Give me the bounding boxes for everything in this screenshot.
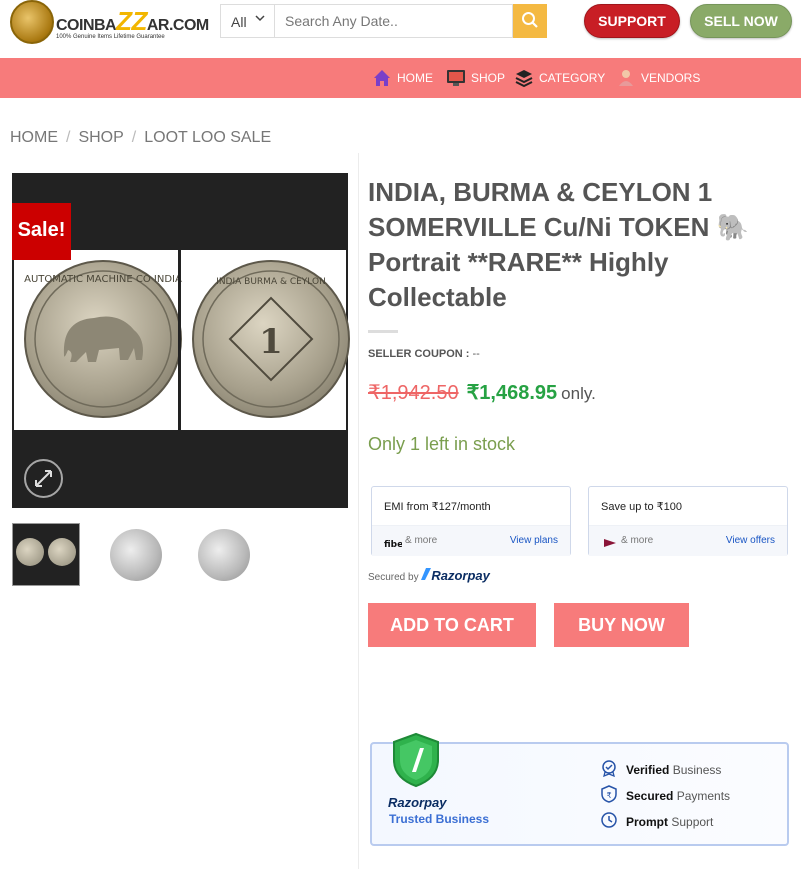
trust-line-rest: Payments <box>676 788 731 803</box>
nav-item-shop[interactable]: SHOP <box>446 68 505 88</box>
seller-coupon-label: SELLER COUPON : <box>368 348 470 360</box>
original-price: ₹1,942.50 <box>368 382 459 404</box>
zoom-button[interactable] <box>24 459 63 498</box>
gallery-thumbnail-2[interactable] <box>102 523 170 586</box>
emi-offer-card[interactable]: EMI from ₹127/month fibe & more View pla… <box>371 486 571 556</box>
search-icon <box>521 11 539 32</box>
coin-inscription-right: INDIA BURMA & CEYLON <box>216 277 326 287</box>
razorpay-wordmark: Razorpay <box>431 568 490 583</box>
emi-heading: EMI from ₹127/month <box>384 501 491 513</box>
shop-icon <box>446 68 466 88</box>
add-to-cart-button[interactable]: ADD TO CART <box>368 603 536 647</box>
gallery-thumbnail-1[interactable] <box>12 523 80 586</box>
shield-check-icon <box>390 732 442 793</box>
image-divider <box>178 250 181 430</box>
thumb-coin-image <box>198 529 250 581</box>
chevron-down-icon <box>255 13 265 26</box>
nav-label: CATEGORY <box>539 71 606 85</box>
expand-icon <box>26 470 61 500</box>
thumb-coin-image <box>110 529 162 581</box>
trust-subtitle: Trusted Business <box>389 812 490 826</box>
savings-heading: Save up to ₹100 <box>601 501 683 513</box>
nav-label: VENDORS <box>641 71 701 85</box>
price-suffix: only. <box>561 384 596 403</box>
trust-line-strong: Prompt <box>626 814 668 829</box>
trust-brand: Razorpay <box>388 795 447 810</box>
stock-status: Only 1 left in stock <box>368 434 516 454</box>
home-icon <box>372 68 392 88</box>
search-button[interactable] <box>513 4 547 38</box>
support-clock-icon <box>600 811 618 832</box>
svg-text:₹: ₹ <box>606 791 611 800</box>
trust-verified-business: Verified Business <box>600 759 721 780</box>
site-logo[interactable]: COINBAZZAR.COM 100% Genuine Items Lifeti… <box>8 0 209 46</box>
breadcrumb: HOME / SHOP / LOOT LOO SALE <box>10 129 271 147</box>
vendor-icon <box>616 68 636 88</box>
razorpay-logo-icon <box>421 568 432 583</box>
nav-item-category[interactable]: CATEGORY <box>514 68 605 88</box>
title-divider <box>368 330 398 333</box>
nav-item-home[interactable]: HOME <box>372 68 433 88</box>
sale-price: ₹1,468.95 <box>466 382 558 404</box>
breadcrumb-category[interactable]: LOOT LOO SALE <box>144 129 271 146</box>
coin-inscription-left: AUTOMATIC MACHINE CO INDIA <box>24 274 182 285</box>
breadcrumb-shop[interactable]: SHOP <box>78 129 123 146</box>
nav-label: HOME <box>397 71 433 85</box>
thumb-coin-image <box>16 538 44 566</box>
secured-prefix: Secured by <box>368 572 419 583</box>
price-row: ₹1,942.50 ₹1,468.95 only. <box>368 380 596 405</box>
buy-now-button[interactable]: BUY NOW <box>554 603 689 647</box>
svg-text:fibe: fibe <box>384 540 402 549</box>
coin-reverse-image: 1 INDIA BURMA & CEYLON <box>192 260 350 418</box>
fibe-logo-icon: fibe <box>384 536 403 554</box>
seller-coupon-value: -- <box>472 348 480 360</box>
trust-prompt-support: Prompt Support <box>600 811 713 832</box>
emi-more: & more <box>405 535 438 546</box>
sale-badge: Sale! <box>12 203 71 260</box>
breadcrumb-home[interactable]: HOME <box>10 129 58 146</box>
gallery-thumbnail-3[interactable] <box>190 523 258 586</box>
search-input[interactable] <box>274 4 513 38</box>
trust-secured-payments: ₹ Secured Payments <box>600 785 730 806</box>
thumb-coin-image <box>48 538 76 566</box>
nav-item-vendors[interactable]: VENDORS <box>616 68 700 88</box>
verified-badge-icon <box>600 759 618 780</box>
coin-value: 1 <box>259 322 283 362</box>
trust-line-strong: Verified <box>626 762 670 777</box>
support-button[interactable]: SUPPORT <box>584 4 680 38</box>
secured-by-razorpay: Secured by Razorpay <box>368 568 490 583</box>
breadcrumb-separator: / <box>66 129 71 146</box>
emi-card-footer: fibe & more View plans <box>372 525 570 556</box>
column-divider <box>358 153 359 869</box>
nav-label: SHOP <box>471 71 506 85</box>
savings-offer-card[interactable]: Save up to ₹100 & more View offers <box>588 486 788 556</box>
view-offers-link[interactable]: View offers <box>726 535 775 546</box>
logo-text: COINBAZZAR.COM <box>56 6 209 36</box>
main-nav: HOME SHOP CATEGORY VENDORS <box>0 58 801 98</box>
layers-icon <box>514 68 534 88</box>
breadcrumb-separator: / <box>131 129 137 146</box>
logo-tagline: 100% Genuine Items Lifetime Guarantee <box>56 34 165 40</box>
trust-line-strong: Secured <box>626 788 674 803</box>
seller-coupon: SELLER COUPON : -- <box>368 348 480 360</box>
coin-obverse-image: AUTOMATIC MACHINE CO INDIA <box>24 260 182 418</box>
shield-icon: ₹ <box>600 785 618 806</box>
savings-more: & more <box>621 535 654 546</box>
logo-coin-icon <box>10 0 54 44</box>
sell-now-button[interactable]: SELL NOW <box>690 4 792 38</box>
trust-line-rest: Support <box>671 814 714 829</box>
savings-card-footer: & more View offers <box>589 525 787 556</box>
view-plans-link[interactable]: View plans <box>510 535 558 546</box>
search-category-select[interactable]: All <box>220 4 274 38</box>
trust-line-rest: Business <box>672 762 722 777</box>
bank-flag-icon <box>603 536 617 554</box>
product-title: INDIA, BURMA & CEYLON 1 SOMERVILLE Cu/Ni… <box>368 177 749 312</box>
search-category-value: All <box>231 14 247 30</box>
